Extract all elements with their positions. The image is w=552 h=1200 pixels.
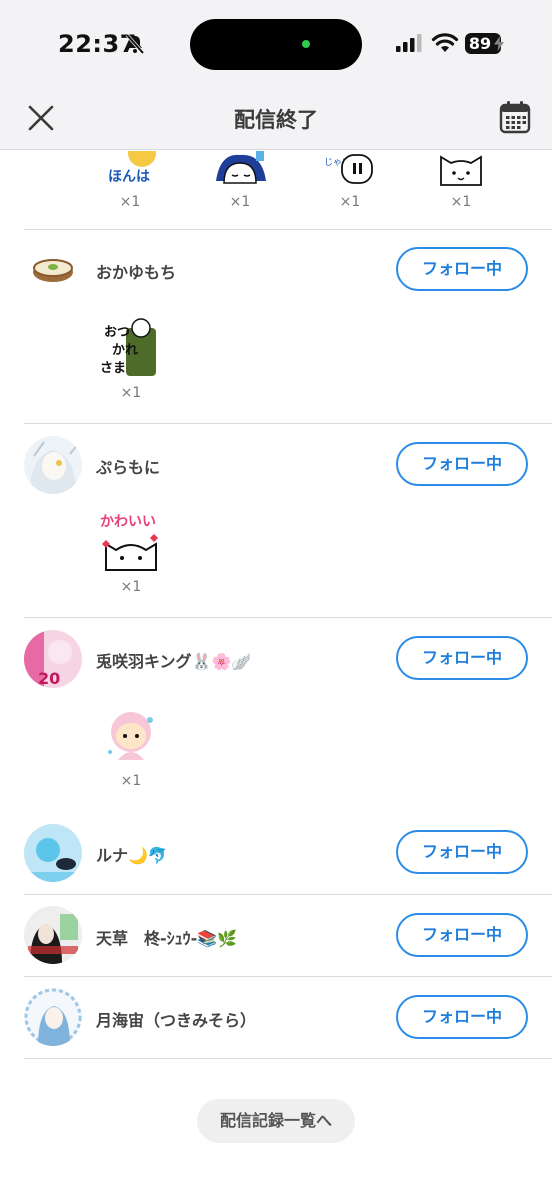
user-name[interactable]: 天草 柊-ｼｭｳ-📚🌿 xyxy=(96,925,237,949)
kawaii-cat-stamp-icon: かわいい xyxy=(100,514,158,571)
follow-button[interactable]: フォロー中 xyxy=(396,442,528,486)
calendar-icon[interactable] xyxy=(499,100,531,134)
user-name[interactable]: 兎咲羽キング🐰🌸🪽 xyxy=(96,648,251,672)
follow-button[interactable]: フォロー中 xyxy=(396,830,528,874)
stamp-count: ×1 xyxy=(229,194,251,210)
gift-item: かわいい ×1 xyxy=(96,510,166,595)
svg-text:ほんは: ほんは xyxy=(108,169,150,185)
follow-button[interactable]: フォロー中 xyxy=(396,995,528,1039)
stamp-count: ×1 xyxy=(450,194,472,210)
follow-button[interactable]: フォロー中 xyxy=(396,913,528,957)
user-name[interactable]: ルナ🌙🐬 xyxy=(96,842,168,866)
bell-slash-icon xyxy=(125,33,145,55)
cellular-signal-icon xyxy=(396,34,422,52)
follow-button[interactable]: フォロー中 xyxy=(396,247,528,291)
otsukare-stamp-icon: おつ かれ さま xyxy=(100,318,156,376)
sleeping-cat-stamp-icon xyxy=(216,151,266,184)
follow-button[interactable]: フォロー中 xyxy=(396,636,528,680)
wifi-icon xyxy=(431,33,459,52)
camera-indicator xyxy=(302,40,310,48)
user-avatar[interactable] xyxy=(24,906,82,964)
cat-face-stamp-icon xyxy=(440,155,482,186)
svg-text:おつ: おつ xyxy=(104,325,130,340)
user-row: ルナ🌙🐬 フォロー中 xyxy=(0,812,552,894)
stamp-item: ×1 xyxy=(205,151,275,210)
broadcast-records-button[interactable]: 配信記録一覧へ xyxy=(197,1099,355,1143)
user-row: 天草 柊-ｼｭｳ-📚🌿 フォロー中 xyxy=(0,895,552,977)
stamp-item: ×1 xyxy=(426,151,496,210)
stamp-item: ほんは ×1 xyxy=(95,151,165,210)
gift-count: ×1 xyxy=(120,579,142,595)
user-avatar[interactable] xyxy=(24,436,82,494)
svg-text:さま: さま xyxy=(100,361,126,376)
stamp-item: じゃい ×1 xyxy=(315,151,385,210)
user-avatar[interactable] xyxy=(24,824,82,882)
gift-item: おつ かれ さま ×1 xyxy=(96,316,166,401)
user-row: おかゆもち フォロー中 おつ かれ さま ×1 xyxy=(0,230,552,424)
nav-header: 配信終了 xyxy=(0,90,552,150)
user-row: 月海宙（つきみそら） フォロー中 xyxy=(0,977,552,1059)
svg-text:20: 20 xyxy=(38,669,60,688)
user-name[interactable]: おかゆもち xyxy=(96,259,176,283)
charging-bolt-icon xyxy=(494,36,504,51)
user-name[interactable]: ぷらもに xyxy=(96,454,160,478)
gift-count: ×1 xyxy=(120,773,142,789)
user-avatar[interactable] xyxy=(24,988,82,1046)
dynamic-island xyxy=(190,19,362,70)
stamp-count: ×1 xyxy=(119,194,141,210)
page-title: 配信終了 xyxy=(234,108,318,132)
gift-item: ×1 xyxy=(96,704,166,789)
stamp-count: ×1 xyxy=(339,194,361,210)
user-name[interactable]: 月海宙（つきみそら） xyxy=(96,1007,256,1031)
svg-text:かれ: かれ xyxy=(112,343,138,358)
moon-stamp-icon: ほんは xyxy=(108,151,156,185)
okayu-bowl-avatar[interactable] xyxy=(24,240,82,298)
gift-count: ×1 xyxy=(120,385,142,401)
user-row: 20 兎咲羽キング🐰🌸🪽 フォロー中 ×1 xyxy=(0,618,552,812)
pink-mascot-stamp-icon xyxy=(108,712,153,760)
user-row: ぷらもに フォロー中 かわいい ×1 xyxy=(0,424,552,618)
stamp-row: ほんは ×1 ×1 じゃい ×1 ×1 xyxy=(0,151,552,229)
user-avatar[interactable]: 20 xyxy=(24,630,82,688)
svg-text:かわいい: かわいい xyxy=(100,514,156,530)
pause-stamp-icon: じゃい xyxy=(324,154,373,184)
status-bar: 22:37 89 xyxy=(0,0,552,90)
divider xyxy=(24,1058,552,1059)
